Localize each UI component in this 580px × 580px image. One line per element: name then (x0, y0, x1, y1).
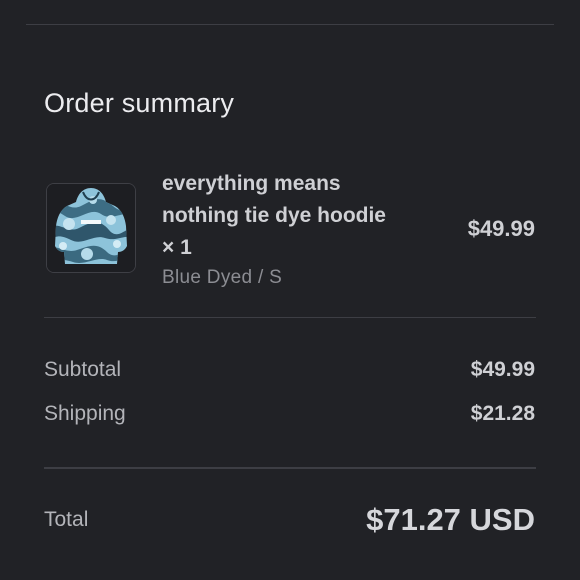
shipping-label: Shipping (44, 402, 126, 425)
order-summary-title: Order summary (44, 88, 235, 118)
top-divider (26, 24, 554, 25)
order-summary-page: Order summary everything means nothing t… (0, 0, 580, 580)
totals-divider (44, 467, 536, 469)
product-variant: Blue Dyed / S (162, 267, 283, 288)
total-label: Total (44, 508, 89, 531)
product-thumbnail (46, 183, 136, 273)
subtotal-value: $49.99 (470, 358, 535, 381)
total-value: $71.27 USD (366, 502, 535, 537)
product-name: everything means nothing tie dye hoodie … (162, 172, 386, 259)
hoodie-image-icon (47, 184, 135, 272)
subtotal-label: Subtotal (44, 358, 122, 381)
item-divider (44, 317, 536, 318)
product-price: $49.99 (467, 216, 535, 241)
shipping-value: $21.28 (470, 402, 535, 425)
